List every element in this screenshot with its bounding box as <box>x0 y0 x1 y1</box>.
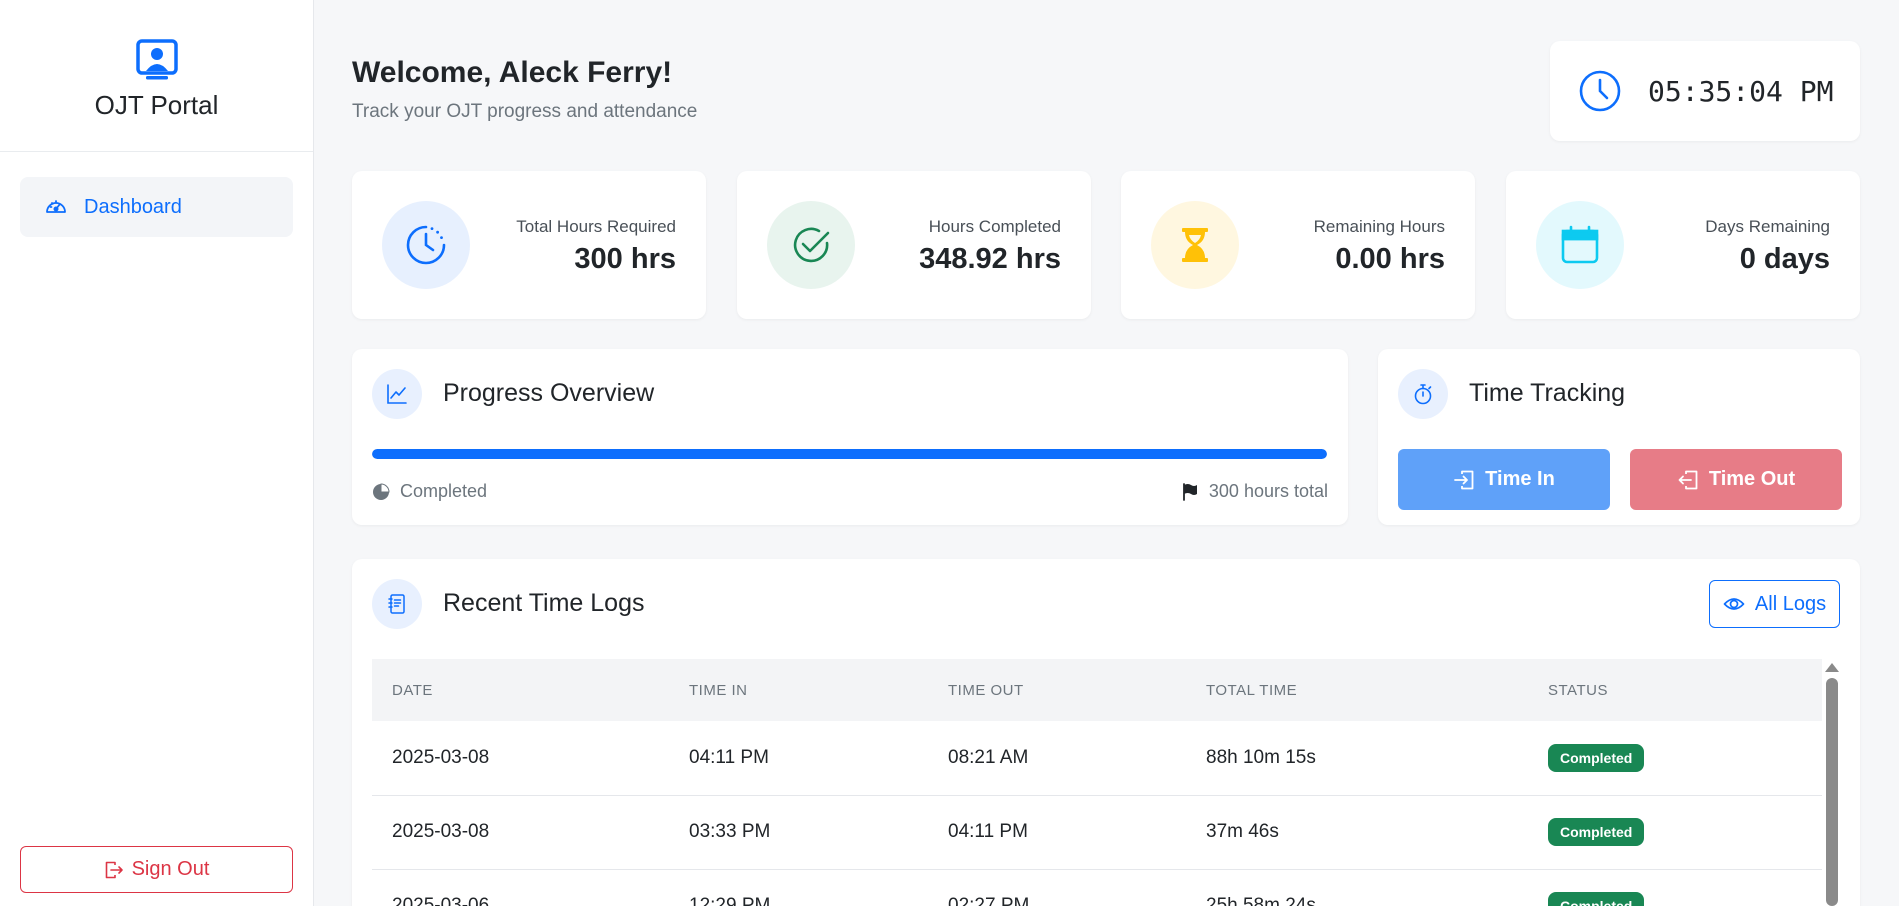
cell-time-in: 04:11 PM <box>669 721 928 796</box>
progress-total: 300 hours total <box>1181 481 1328 502</box>
stat-card-hours-completed: Hours Completed 348.92 hrs <box>737 171 1091 319</box>
stopwatch-icon <box>1414 384 1432 405</box>
sidebar-item-label: Dashboard <box>84 195 182 218</box>
progress-bar <box>372 449 1327 459</box>
hourglass-icon <box>1182 228 1208 262</box>
stat-value: 300 hrs <box>574 243 676 275</box>
time-out-label: Time Out <box>1708 468 1796 490</box>
box-arrow-left-icon <box>1678 470 1698 489</box>
status-badge: Completed <box>1548 818 1645 846</box>
sign-out-button[interactable]: Sign Out <box>20 846 293 893</box>
cell-status: Completed <box>1528 869 1822 906</box>
stat-icon-circle <box>1151 201 1239 289</box>
stat-value: 0 days <box>1739 243 1830 275</box>
time-in-button[interactable]: Time In <box>1398 449 1610 510</box>
cell-time-out: 04:11 PM <box>928 795 1186 870</box>
pie-chart-icon <box>373 482 390 500</box>
sidebar-item-dashboard[interactable]: Dashboard <box>20 177 293 237</box>
panel-title: Recent Time Logs <box>443 589 645 617</box>
stat-icon-circle <box>382 201 470 289</box>
cell-time-in: 03:33 PM <box>669 795 928 870</box>
page-title: Welcome, Aleck Ferry! <box>352 56 673 89</box>
clock-icon <box>1579 70 1621 112</box>
recent-time-logs-panel: Recent Time Logs All Logs DATE TIME IN T… <box>352 559 1860 906</box>
journal-text-icon <box>388 594 405 614</box>
cell-total-time: 88h 10m 15s <box>1186 721 1528 796</box>
progress-overview-panel: Progress Overview Completed 300 hours to… <box>352 349 1348 525</box>
stat-icon-circle <box>767 201 855 289</box>
panel-icon-circle <box>372 369 422 419</box>
column-header: TIME IN <box>669 659 928 721</box>
cell-status: Completed <box>1528 795 1822 870</box>
box-arrow-in-right-icon <box>1454 470 1474 489</box>
time-logs-table: DATE TIME IN TIME OUT TOTAL TIME STATUS … <box>372 659 1822 906</box>
table-row: 2025-03-08 04:11 PM 08:21 AM 88h 10m 15s… <box>372 721 1822 796</box>
flag-icon <box>1183 482 1197 501</box>
check-circle-icon <box>793 227 830 263</box>
person-workspace-icon <box>135 39 178 80</box>
graph-up-icon <box>387 384 407 404</box>
brand: OJT Portal <box>0 0 313 152</box>
calendar-icon <box>1561 225 1599 264</box>
stat-label: Remaining Hours <box>1313 217 1445 236</box>
table-header-row: DATE TIME IN TIME OUT TOTAL TIME STATUS <box>372 659 1822 721</box>
stat-icon-circle <box>1536 201 1624 289</box>
panel-title: Progress Overview <box>443 379 655 407</box>
status-badge: Completed <box>1548 743 1645 772</box>
cell-time-out: 08:21 AM <box>928 721 1186 796</box>
box-arrow-right-icon <box>105 861 123 878</box>
column-header: TIME OUT <box>928 659 1186 721</box>
current-time: 05:35:04 PM <box>1648 74 1834 108</box>
cell-date: 2025-03-08 <box>372 795 669 870</box>
progress-total-label: 300 hours total <box>1208 481 1328 501</box>
all-logs-label: All Logs <box>1754 592 1827 615</box>
panel-title: Time Tracking <box>1469 379 1626 407</box>
column-header: DATE <box>372 659 669 721</box>
time-out-button[interactable]: Time Out <box>1630 449 1842 510</box>
panel-icon-circle <box>372 579 422 629</box>
column-header: STATUS <box>1528 659 1822 721</box>
column-header: TOTAL TIME <box>1186 659 1528 721</box>
progress-completed-label: Completed <box>400 481 488 501</box>
cell-total-time: 37m 46s <box>1186 795 1528 870</box>
page-subtitle: Track your OJT progress and attendance <box>352 101 698 122</box>
clock-card: 05:35:04 PM <box>1550 41 1860 141</box>
stat-card-days-remaining: Days Remaining 0 days <box>1506 171 1860 319</box>
table-row: 2025-03-06 12:29 PM 02:27 PM 25h 58m 24s… <box>372 869 1822 906</box>
status-badge: Completed <box>1548 892 1645 906</box>
scroll-up-arrow[interactable] <box>1825 663 1839 672</box>
speedometer-icon <box>46 200 66 213</box>
all-logs-button[interactable]: All Logs <box>1709 580 1840 628</box>
sign-out-label: Sign Out <box>131 858 210 880</box>
time-in-label: Time In <box>1485 468 1555 490</box>
stat-label: Total Hours Required <box>516 217 676 236</box>
stat-value: 0.00 hrs <box>1335 243 1445 275</box>
cell-time-out: 02:27 PM <box>928 869 1186 906</box>
time-tracking-panel: Time Tracking Time In Time Out <box>1378 349 1860 525</box>
progress-bar-fill <box>372 449 1327 459</box>
scroll-thumb[interactable] <box>1826 678 1838 906</box>
stat-value: 348.92 hrs <box>919 243 1061 275</box>
cell-status: Completed <box>1528 721 1822 796</box>
brand-name: OJT Portal <box>94 90 219 120</box>
cell-total-time: 25h 58m 24s <box>1186 869 1528 906</box>
panel-icon-circle <box>1398 369 1448 419</box>
progress-completed: Completed <box>372 481 487 502</box>
table-row: 2025-03-08 03:33 PM 04:11 PM 37m 46s Com… <box>372 795 1822 870</box>
stat-label: Days Remaining <box>1705 217 1830 236</box>
cell-date: 2025-03-06 <box>372 869 669 906</box>
cell-date: 2025-03-08 <box>372 721 669 796</box>
eye-icon <box>1723 598 1745 610</box>
stat-card-remaining-hours: Remaining Hours 0.00 hrs <box>1121 171 1475 319</box>
cell-time-in: 12:29 PM <box>669 869 928 906</box>
clock-history-icon <box>406 225 446 265</box>
sidebar: OJT Portal Dashboard Sign Out <box>0 0 314 906</box>
table-scrollbar[interactable] <box>1825 663 1839 906</box>
stat-card-total-hours: Total Hours Required 300 hrs <box>352 171 706 319</box>
stat-label: Hours Completed <box>928 217 1061 236</box>
